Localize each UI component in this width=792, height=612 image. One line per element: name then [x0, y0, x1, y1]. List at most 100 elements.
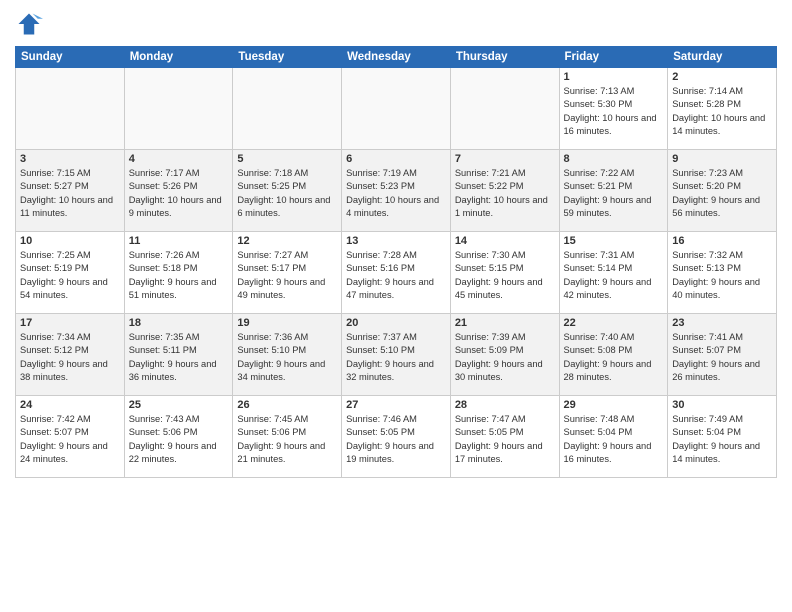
day-number: 22: [564, 317, 664, 329]
day-info: Sunrise: 7:19 AM Sunset: 5:23 PM Dayligh…: [346, 167, 446, 221]
day-number: 24: [20, 399, 120, 411]
day-number: 5: [237, 153, 337, 165]
day-cell: 29 Sunrise: 7:48 AM Sunset: 5:04 PM Dayli…: [559, 396, 668, 478]
day-header-thursday: Thursday: [450, 47, 559, 68]
day-info: Sunrise: 7:34 AM Sunset: 5:12 PM Dayligh…: [20, 331, 120, 385]
calendar: SundayMondayTuesdayWednesdayThursdayFrid…: [15, 46, 777, 478]
day-cell: 14 Sunrise: 7:30 AM Sunset: 5:15 PM Dayli…: [450, 232, 559, 314]
day-cell: 3Sunrise: 7:15 AM Sunset: 5:27 PM Daylig…: [16, 150, 125, 232]
day-cell: 27 Sunrise: 7:46 AM Sunset: 5:05 PM Dayli…: [342, 396, 451, 478]
day-number: 27: [346, 399, 446, 411]
day-cell: 7 Sunrise: 7:21 AM Sunset: 5:22 PM Daylig…: [450, 150, 559, 232]
day-number: 19: [237, 317, 337, 329]
day-info: Sunrise: 7:15 AM Sunset: 5:27 PM Dayligh…: [20, 167, 120, 221]
day-number: 10: [20, 235, 120, 247]
day-cell: 24 Sunrise: 7:42 AM Sunset: 5:07 PM Dayli…: [16, 396, 125, 478]
week-row-3: 10 Sunrise: 7:25 AM Sunset: 5:19 PM Dayli…: [16, 232, 777, 314]
day-number: 25: [129, 399, 229, 411]
day-info: Sunrise: 7:32 AM Sunset: 5:13 PM Dayligh…: [672, 249, 772, 303]
day-cell: 13 Sunrise: 7:28 AM Sunset: 5:16 PM Dayli…: [342, 232, 451, 314]
day-number: 13: [346, 235, 446, 247]
day-info: Sunrise: 7:35 AM Sunset: 5:11 PM Dayligh…: [129, 331, 229, 385]
day-cell: 26 Sunrise: 7:45 AM Sunset: 5:06 PM Dayli…: [233, 396, 342, 478]
day-cell: 30Sunrise: 7:49 AM Sunset: 5:04 PM Dayli…: [668, 396, 777, 478]
day-number: 17: [20, 317, 120, 329]
logo-icon: [15, 10, 43, 38]
day-info: Sunrise: 7:27 AM Sunset: 5:17 PM Dayligh…: [237, 249, 337, 303]
day-info: Sunrise: 7:13 AM Sunset: 5:30 PM Dayligh…: [564, 85, 664, 139]
day-number: 7: [455, 153, 555, 165]
header: [15, 10, 777, 38]
day-cell: 10 Sunrise: 7:25 AM Sunset: 5:19 PM Dayli…: [16, 232, 125, 314]
day-cell: 19 Sunrise: 7:36 AM Sunset: 5:10 PM Dayli…: [233, 314, 342, 396]
day-info: Sunrise: 7:45 AM Sunset: 5:06 PM Dayligh…: [237, 413, 337, 467]
day-cell: 12 Sunrise: 7:27 AM Sunset: 5:17 PM Dayli…: [233, 232, 342, 314]
day-number: 1: [564, 71, 664, 83]
day-header-tuesday: Tuesday: [233, 47, 342, 68]
day-cell: 20 Sunrise: 7:37 AM Sunset: 5:10 PM Dayli…: [342, 314, 451, 396]
day-number: 6: [346, 153, 446, 165]
day-number: 26: [237, 399, 337, 411]
day-cell: [16, 68, 125, 150]
day-cell: 8 Sunrise: 7:22 AM Sunset: 5:21 PM Daylig…: [559, 150, 668, 232]
day-info: Sunrise: 7:28 AM Sunset: 5:16 PM Dayligh…: [346, 249, 446, 303]
day-cell: 1 Sunrise: 7:13 AM Sunset: 5:30 PM Daylig…: [559, 68, 668, 150]
week-row-4: 17 Sunrise: 7:34 AM Sunset: 5:12 PM Dayli…: [16, 314, 777, 396]
day-info: Sunrise: 7:43 AM Sunset: 5:06 PM Dayligh…: [129, 413, 229, 467]
day-info: Sunrise: 7:49 AM Sunset: 5:04 PM Dayligh…: [672, 413, 772, 467]
day-cell: 6 Sunrise: 7:19 AM Sunset: 5:23 PM Daylig…: [342, 150, 451, 232]
day-cell: 17 Sunrise: 7:34 AM Sunset: 5:12 PM Dayli…: [16, 314, 125, 396]
day-cell: 25 Sunrise: 7:43 AM Sunset: 5:06 PM Dayli…: [124, 396, 233, 478]
day-header-monday: Monday: [124, 47, 233, 68]
day-number: 28: [455, 399, 555, 411]
day-info: Sunrise: 7:48 AM Sunset: 5:04 PM Dayligh…: [564, 413, 664, 467]
day-number: 8: [564, 153, 664, 165]
day-number: 29: [564, 399, 664, 411]
day-cell: 23 Sunrise: 7:41 AM Sunset: 5:07 PM Dayli…: [668, 314, 777, 396]
day-info: Sunrise: 7:39 AM Sunset: 5:09 PM Dayligh…: [455, 331, 555, 385]
day-info: Sunrise: 7:30 AM Sunset: 5:15 PM Dayligh…: [455, 249, 555, 303]
day-info: Sunrise: 7:18 AM Sunset: 5:25 PM Dayligh…: [237, 167, 337, 221]
day-number: 16: [672, 235, 772, 247]
week-row-5: 24 Sunrise: 7:42 AM Sunset: 5:07 PM Dayli…: [16, 396, 777, 478]
day-header-friday: Friday: [559, 47, 668, 68]
week-row-2: 3Sunrise: 7:15 AM Sunset: 5:27 PM Daylig…: [16, 150, 777, 232]
day-number: 11: [129, 235, 229, 247]
day-number: 18: [129, 317, 229, 329]
day-info: Sunrise: 7:41 AM Sunset: 5:07 PM Dayligh…: [672, 331, 772, 385]
day-cell: 28 Sunrise: 7:47 AM Sunset: 5:05 PM Dayli…: [450, 396, 559, 478]
day-number: 23: [672, 317, 772, 329]
day-cell: [124, 68, 233, 150]
day-number: 15: [564, 235, 664, 247]
day-cell: [342, 68, 451, 150]
day-info: Sunrise: 7:47 AM Sunset: 5:05 PM Dayligh…: [455, 413, 555, 467]
day-number: 21: [455, 317, 555, 329]
day-number: 2: [672, 71, 772, 83]
day-cell: 2 Sunrise: 7:14 AM Sunset: 5:28 PM Daylig…: [668, 68, 777, 150]
day-info: Sunrise: 7:21 AM Sunset: 5:22 PM Dayligh…: [455, 167, 555, 221]
day-info: Sunrise: 7:37 AM Sunset: 5:10 PM Dayligh…: [346, 331, 446, 385]
day-info: Sunrise: 7:36 AM Sunset: 5:10 PM Dayligh…: [237, 331, 337, 385]
day-cell: 9 Sunrise: 7:23 AM Sunset: 5:20 PM Daylig…: [668, 150, 777, 232]
day-info: Sunrise: 7:14 AM Sunset: 5:28 PM Dayligh…: [672, 85, 772, 139]
day-number: 20: [346, 317, 446, 329]
day-cell: 15Sunrise: 7:31 AM Sunset: 5:14 PM Dayli…: [559, 232, 668, 314]
day-cell: [450, 68, 559, 150]
day-number: 9: [672, 153, 772, 165]
day-info: Sunrise: 7:23 AM Sunset: 5:20 PM Dayligh…: [672, 167, 772, 221]
day-header-saturday: Saturday: [668, 47, 777, 68]
day-cell: 4Sunrise: 7:17 AM Sunset: 5:26 PM Daylig…: [124, 150, 233, 232]
day-number: 14: [455, 235, 555, 247]
day-info: Sunrise: 7:25 AM Sunset: 5:19 PM Dayligh…: [20, 249, 120, 303]
day-info: Sunrise: 7:46 AM Sunset: 5:05 PM Dayligh…: [346, 413, 446, 467]
day-info: Sunrise: 7:26 AM Sunset: 5:18 PM Dayligh…: [129, 249, 229, 303]
logo: [15, 10, 47, 38]
day-cell: 18 Sunrise: 7:35 AM Sunset: 5:11 PM Dayli…: [124, 314, 233, 396]
day-info: Sunrise: 7:22 AM Sunset: 5:21 PM Dayligh…: [564, 167, 664, 221]
day-info: Sunrise: 7:17 AM Sunset: 5:26 PM Dayligh…: [129, 167, 229, 221]
calendar-header-row: SundayMondayTuesdayWednesdayThursdayFrid…: [16, 47, 777, 68]
day-cell: 16 Sunrise: 7:32 AM Sunset: 5:13 PM Dayli…: [668, 232, 777, 314]
day-info: Sunrise: 7:42 AM Sunset: 5:07 PM Dayligh…: [20, 413, 120, 467]
day-header-sunday: Sunday: [16, 47, 125, 68]
day-number: 12: [237, 235, 337, 247]
